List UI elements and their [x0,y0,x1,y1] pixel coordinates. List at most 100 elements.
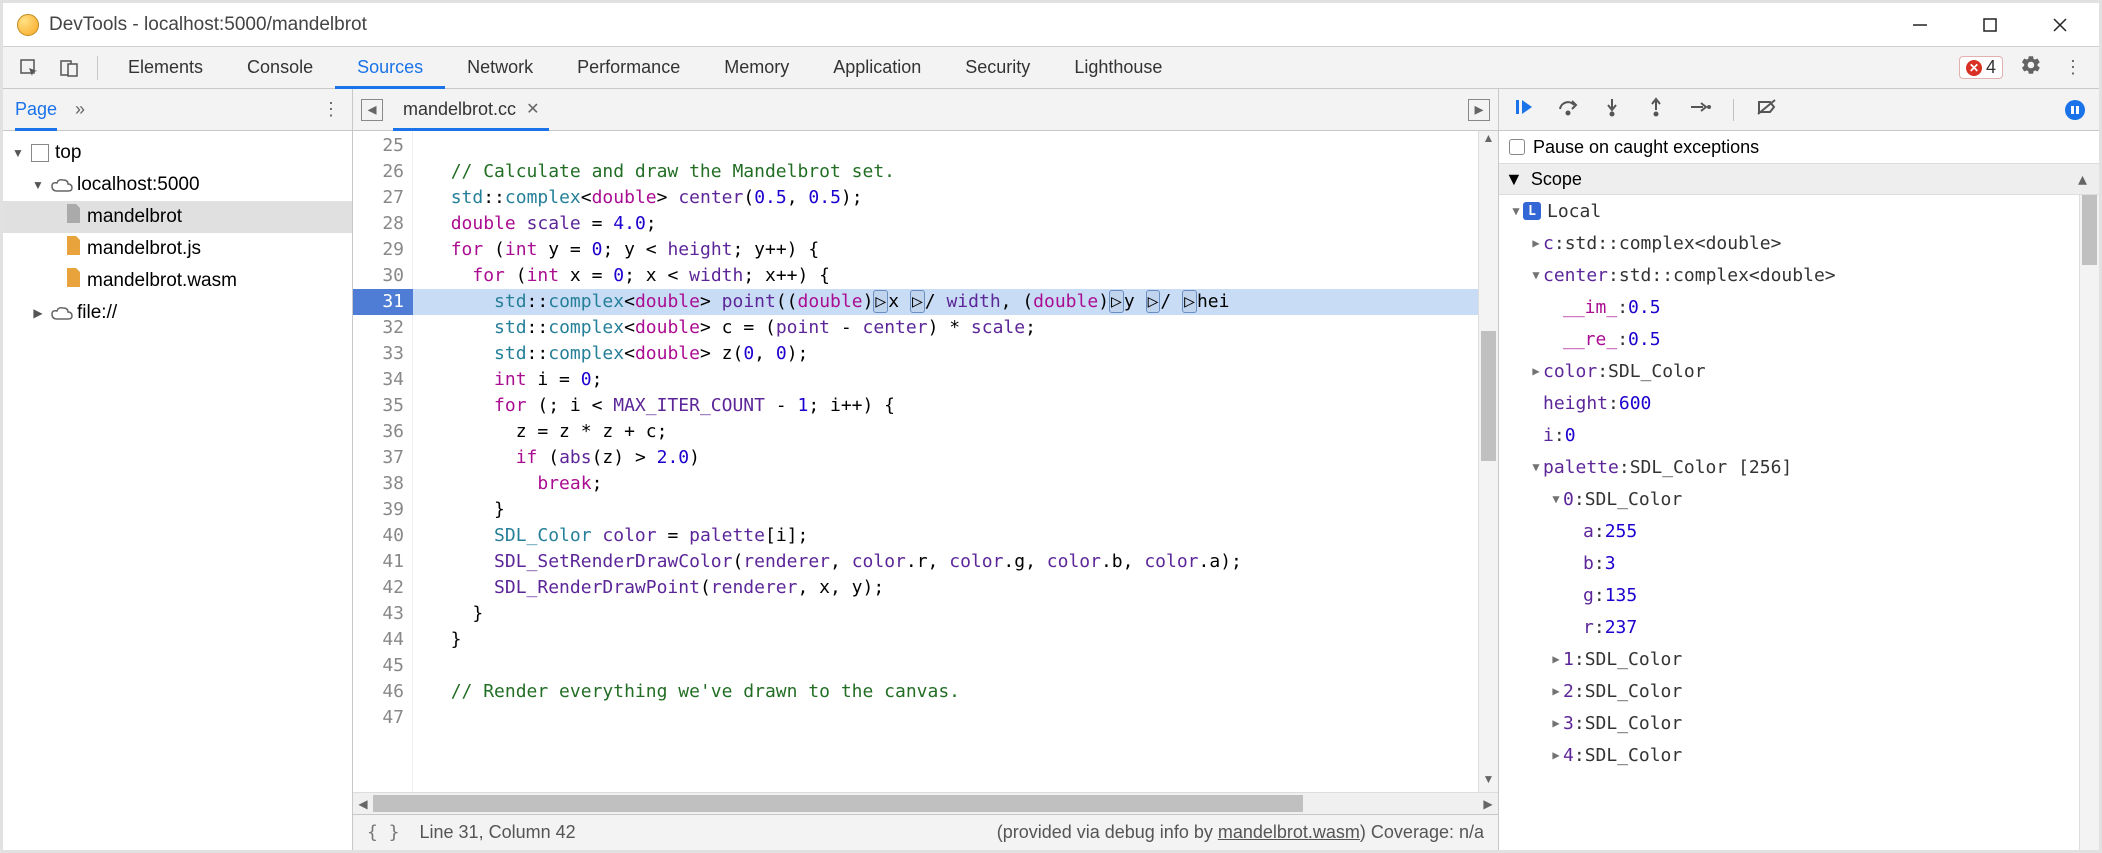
var-center-re[interactable]: __re_: 0.5 [1499,323,2099,355]
var-palette-0[interactable]: ▼0: SDL_Color [1499,483,2099,515]
tree-label: mandelbrot.wasm [87,270,237,292]
var-palette-3[interactable]: ▶3: SDL_Color [1499,707,2099,739]
editor-body[interactable]: 2526272829303132333435363738394041424344… [353,131,1498,792]
var-color[interactable]: ▶color: SDL_Color [1499,355,2099,387]
tree-label: localhost:5000 [77,174,200,196]
resume-icon[interactable] [1513,97,1535,122]
navigator-tab-page[interactable]: Page [15,90,57,131]
editor-scrollbar-vertical[interactable]: ▲ ▼ [1478,131,1498,792]
tab-application[interactable]: Application [811,47,943,88]
tree-label: top [55,142,81,164]
close-button[interactable] [2049,14,2071,36]
navigator-tabs: Page » ⋮ [3,89,352,131]
error-count-badge[interactable]: ✕ 4 [1959,56,2003,79]
tree-file-mandelbrot[interactable]: mandelbrot [3,201,352,233]
scroll-down-icon[interactable]: ▼ [1479,772,1498,792]
more-menu-icon[interactable]: ⋮ [2059,57,2087,78]
minimize-button[interactable] [1909,14,1931,36]
triangle-right-icon: ▶ [31,306,45,320]
scope-local[interactable]: ▼LLocal [1499,195,2099,227]
divider [97,56,98,80]
window-title: DevTools - localhost:5000/mandelbrot [49,14,367,36]
frame-icon [31,144,49,162]
expand-icon[interactable]: ▴ [2078,169,2093,190]
scroll-right-icon[interactable]: ▶ [1478,793,1498,814]
nav-forward-icon[interactable]: ▸ [1468,99,1490,121]
local-badge-icon: L [1523,202,1541,220]
cloud-icon [51,306,71,320]
error-count: 4 [1986,57,1996,78]
var-palette-2[interactable]: ▶2: SDL_Color [1499,675,2099,707]
scope-label: Scope [1531,169,1582,190]
wasm-source-link[interactable]: mandelbrot.wasm [1218,822,1360,842]
status-info: (provided via debug info by mandelbrot.w… [997,822,1484,843]
debugger-panel: Pause on caught exceptions ▼ Scope ▴ ▼LL… [1499,89,2099,850]
step-into-icon[interactable] [1601,97,1623,122]
step-icon[interactable] [1689,97,1711,122]
var-i[interactable]: i: 0 [1499,419,2099,451]
code-area[interactable]: // Calculate and draw the Mandelbrot set… [413,131,1498,792]
editor-panel: ◂ mandelbrot.cc ✕ ▸ 25262728293031323334… [353,89,1499,850]
var-c[interactable]: ▶c: std::complex<double> [1499,227,2099,259]
pause-on-exceptions-icon[interactable] [2065,100,2085,120]
tab-performance[interactable]: Performance [555,47,702,88]
line-gutter[interactable]: 2526272829303132333435363738394041424344… [353,131,413,792]
tab-elements[interactable]: Elements [106,47,225,88]
triangle-down-icon: ▼ [11,146,25,160]
var-p0-g[interactable]: g: 135 [1499,579,2099,611]
tab-network[interactable]: Network [445,47,555,88]
file-tree: ▼ top ▼ localhost:5000 mandelbrot mandel… [3,131,352,335]
var-center-im[interactable]: __im_: 0.5 [1499,291,2099,323]
toolbar-divider [1733,99,1734,121]
editor-tab-mandelbrot-cc[interactable]: mandelbrot.cc ✕ [393,90,549,131]
var-height[interactable]: height: 600 [1499,387,2099,419]
navigator-more-icon[interactable]: » [75,99,85,120]
scope-header[interactable]: ▼ Scope ▴ [1499,163,2099,195]
scroll-thumb[interactable] [1481,331,1496,461]
tree-node-top[interactable]: ▼ top [3,137,352,169]
editor-tabs: ◂ mandelbrot.cc ✕ ▸ [353,89,1498,131]
var-palette[interactable]: ▼palette: SDL_Color [256] [1499,451,2099,483]
tab-console[interactable]: Console [225,47,335,88]
step-out-icon[interactable] [1645,97,1667,122]
tree-label: mandelbrot [87,206,182,228]
cursor-position: Line 31, Column 42 [420,822,576,843]
editor-scrollbar-horizontal[interactable]: ◀ ▶ [353,792,1498,814]
pause-on-caught-row[interactable]: Pause on caught exceptions [1499,131,2099,163]
navigator-menu-icon[interactable]: ⋮ [322,99,340,120]
var-p0-r[interactable]: r: 237 [1499,611,2099,643]
var-center[interactable]: ▼center: std::complex<double> [1499,259,2099,291]
scroll-left-icon[interactable]: ◀ [353,793,373,814]
scope-scrollbar[interactable] [2079,195,2099,850]
deactivate-breakpoints-icon[interactable] [1756,97,1778,122]
settings-gear-icon[interactable] [2017,54,2045,81]
close-tab-icon[interactable]: ✕ [526,99,539,119]
content-area: Page » ⋮ ▼ top ▼ localhost:5000 mandelbr… [3,89,2099,850]
error-icon: ✕ [1966,60,1982,76]
tab-security[interactable]: Security [943,47,1052,88]
maximize-button[interactable] [1979,14,2001,36]
scroll-thumb[interactable] [373,795,1303,812]
var-p0-b[interactable]: b: 3 [1499,547,2099,579]
var-p0-a[interactable]: a: 255 [1499,515,2099,547]
var-palette-1[interactable]: ▶1: SDL_Color [1499,643,2099,675]
tab-lighthouse[interactable]: Lighthouse [1052,47,1184,88]
tree-node-file-scheme[interactable]: ▶ file:// [3,297,352,329]
tree-file-mandelbrot-js[interactable]: mandelbrot.js [3,233,352,265]
pretty-print-icon[interactable]: { } [367,822,400,843]
tab-sources[interactable]: Sources [335,48,445,89]
inspect-element-icon[interactable] [9,47,49,88]
window-titlebar: DevTools - localhost:5000/mandelbrot [3,3,2099,47]
pause-on-caught-label: Pause on caught exceptions [1533,137,1759,158]
var-palette-4[interactable]: ▶4: SDL_Color [1499,739,2099,771]
device-toolbar-icon[interactable] [49,47,89,88]
tree-node-host[interactable]: ▼ localhost:5000 [3,169,352,201]
step-over-icon[interactable] [1557,97,1579,122]
tree-file-mandelbrot-wasm[interactable]: mandelbrot.wasm [3,265,352,297]
checkbox[interactable] [1509,139,1525,155]
tab-memory[interactable]: Memory [702,47,811,88]
navigator-sidebar: Page » ⋮ ▼ top ▼ localhost:5000 mandelbr… [3,89,353,850]
nav-back-icon[interactable]: ◂ [361,99,383,121]
scroll-up-icon[interactable]: ▲ [1479,131,1498,151]
scroll-thumb[interactable] [2082,195,2097,265]
